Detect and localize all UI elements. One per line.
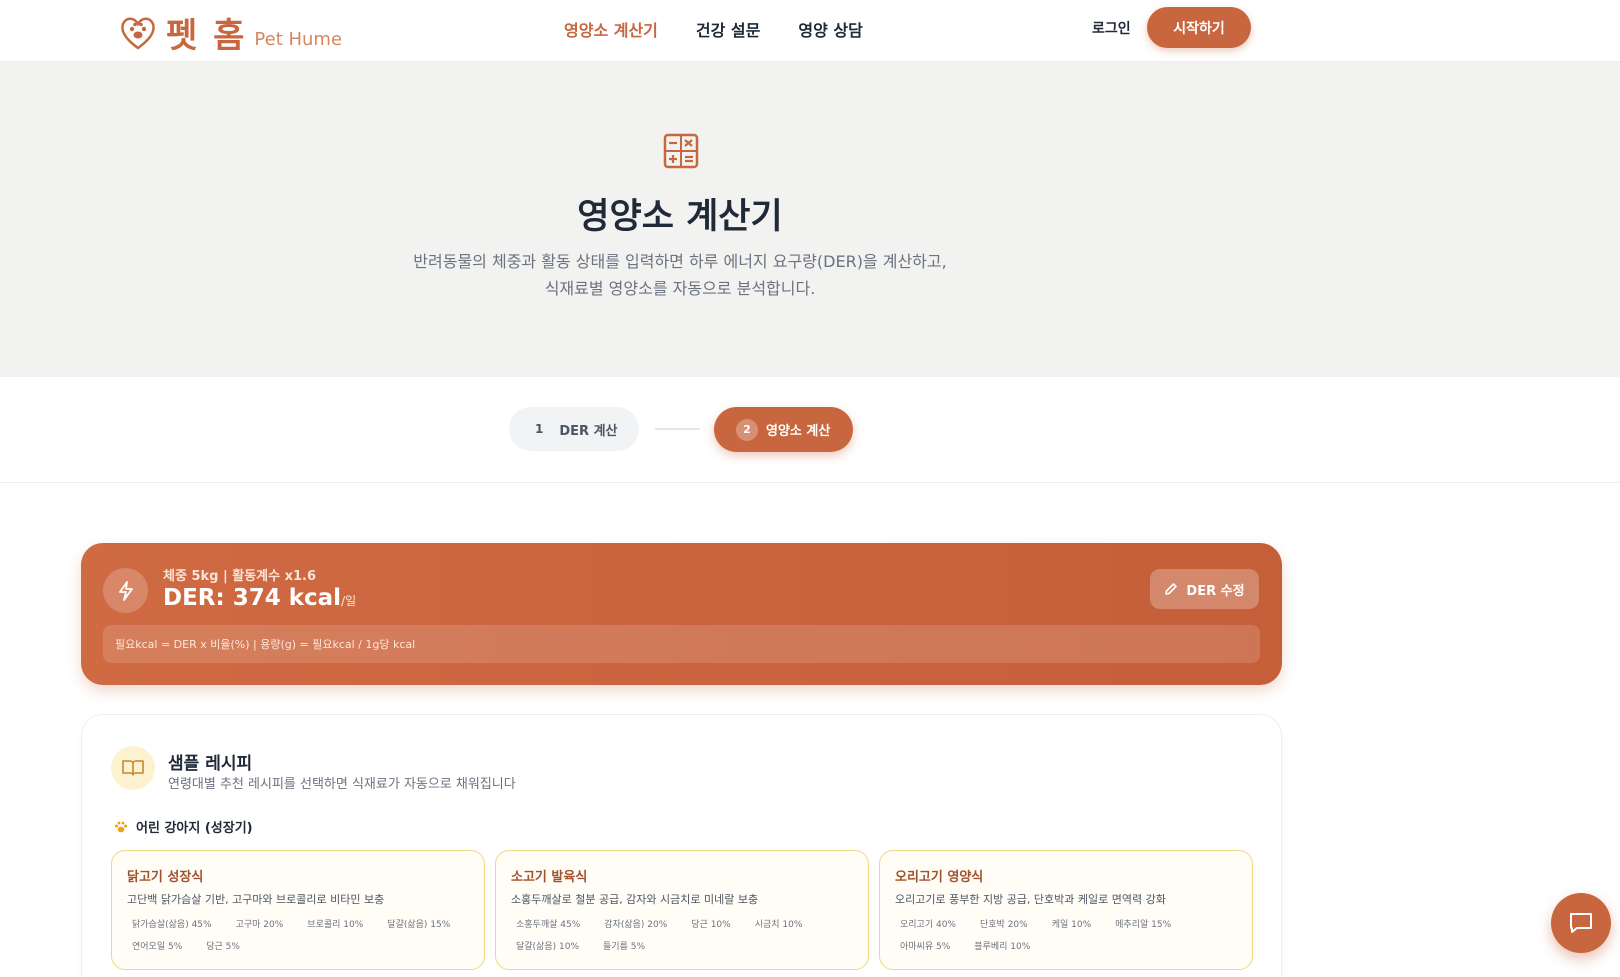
brand-logo[interactable]: 펫 홈 Pet Hume: [118, 8, 342, 57]
ingredient-tag: 아마씨유 5%: [900, 942, 951, 952]
age-group-label: 어린 강아지 (성장기): [114, 817, 253, 836]
pencil-icon: [1165, 583, 1178, 595]
paw-icon: [115, 821, 127, 832]
brand-name-en: Pet Hume: [254, 29, 343, 50]
page-description-line-1: 반려동물의 체중과 활동 상태를 입력하면 하루 에너지 요구량(DER)을 계…: [413, 252, 947, 271]
lightning-icon: [103, 568, 148, 613]
sample-recipes-section: 샘플 레시피 연령대별 추천 레시피를 선택하면 식재료가 자동으로 채워집니다…: [81, 714, 1282, 977]
ingredient-tag: 오리고기 40%: [900, 920, 956, 930]
step-label: 영양소 계산: [766, 424, 831, 439]
recipe-card-chicken[interactable]: 닭고기 성장식 고단백 닭가슴살 기반, 고구마와 브로콜리로 비타민 보충 닭…: [111, 850, 485, 970]
recipe-card-beef[interactable]: 소고기 발육식 소홍두깨살로 철분 공급, 감자와 시금치로 미네랄 보충 소홍…: [495, 850, 869, 970]
step-connector: [655, 428, 700, 430]
recipe-desc: 소홍두깨살로 철분 공급, 감자와 시금치로 미네랄 보충: [511, 893, 759, 906]
ingredient-tag: 시금치 10%: [754, 920, 803, 930]
step-nutrient-calc[interactable]: 2 영양소 계산: [714, 407, 853, 452]
recipe-card-duck[interactable]: 오리고기 영양식 오리고기로 풍부한 지방 공급, 단호박과 케일로 면역력 강…: [879, 850, 1253, 970]
ingredient-tag: 연어오일 5%: [132, 942, 183, 952]
top-header: 펫 홈 Pet Hume 영양소 계산기 건강 설문 영양 상담 로그인 시작하…: [0, 0, 1620, 62]
ingredient-tag: 닭가슴살(삶음) 45%: [132, 920, 212, 930]
ingredient-tag: 브로콜리 10%: [307, 920, 364, 930]
book-icon: [111, 746, 155, 790]
recipe-ingredients: 닭가슴살(삶음) 45% 고구마 20% 브로콜리 10% 달걀(삶음) 15%…: [127, 914, 467, 958]
der-edit-label: DER 수정: [1186, 583, 1245, 599]
step-number: 1: [535, 422, 544, 436]
main-nav: 영양소 계산기 건강 설문 영양 상담: [564, 17, 863, 41]
ingredient-tag: 달걀(삶음) 15%: [387, 920, 451, 930]
nav-item-nutrient-calculator[interactable]: 영양소 계산기: [564, 17, 658, 41]
page-title: 영양소 계산기: [577, 197, 783, 237]
recipe-name: 닭고기 성장식: [127, 870, 204, 885]
ingredient-tag: 고구마 20%: [235, 920, 284, 930]
ingredient-tag: 당근 10%: [691, 920, 731, 930]
recipe-name: 소고기 발육식: [511, 870, 588, 885]
der-unit: /일: [341, 594, 357, 608]
recipe-ingredients: 소홍두깨살 45% 감자(삶음) 20% 당근 10% 시금치 10% 달걀(삶…: [511, 914, 851, 958]
der-edit-button[interactable]: DER 수정: [1150, 569, 1259, 609]
der-weight-activity: 체중 5kg | 활동계수 x1.6: [163, 569, 317, 584]
start-button[interactable]: 시작하기: [1147, 7, 1251, 48]
ingredient-tag: 메추리알 15%: [1115, 920, 1172, 930]
chat-button[interactable]: [1551, 893, 1611, 953]
step-der-calc[interactable]: 1 DER 계산: [509, 407, 639, 451]
hero-section: 영양소 계산기 반려동물의 체중과 활동 상태를 입력하면 하루 에너지 요구량…: [0, 62, 1620, 377]
recipes-description: 연령대별 추천 레시피를 선택하면 식재료가 자동으로 채워집니다: [168, 777, 516, 792]
ingredient-tag: 케일 10%: [1051, 920, 1092, 930]
login-link[interactable]: 로그인: [1092, 18, 1131, 38]
ingredient-tag: 달걀(삶음) 10%: [516, 942, 580, 952]
recipe-desc: 고단백 닭가슴살 기반, 고구마와 브로콜리로 비타민 보충: [127, 893, 385, 906]
recipe-ingredients: 오리고기 40% 단호박 20% 케일 10% 메추리알 15% 아마씨유 5%…: [895, 914, 1235, 958]
brand-name-ko: 펫 홈: [166, 16, 247, 56]
age-group-text: 어린 강아지 (성장기): [136, 821, 253, 836]
ingredient-tag: 단호박 20%: [980, 920, 1028, 930]
step-number: 2: [736, 418, 758, 441]
recipe-desc: 오리고기로 풍부한 지방 공급, 단호박과 케일로 면역력 강화: [895, 893, 1166, 906]
page-description: 반려동물의 체중과 활동 상태를 입력하면 하루 에너지 요구량(DER)을 계…: [0, 248, 1360, 302]
step-label: DER 계산: [559, 423, 618, 439]
der-value-text: DER: 374 kcal: [163, 585, 342, 611]
ingredient-tag: 블루베리 10%: [974, 942, 1031, 952]
chat-bubble-icon: [1570, 913, 1592, 933]
recipes-title: 샘플 레시피: [168, 754, 253, 774]
der-summary-card: 체중 5kg | 활동계수 x1.6 DER: 374 kcal/일 DER 수…: [81, 543, 1282, 685]
heart-paw-logo-icon: [121, 17, 155, 50]
calculator-icon: [663, 133, 699, 169]
der-value: DER: 374 kcal/일: [163, 585, 356, 611]
nav-item-health-survey[interactable]: 건강 설문: [696, 17, 760, 41]
ingredient-tag: 감자(삶음) 20%: [604, 920, 668, 930]
page-description-line-2: 식재료별 영양소를 자동으로 분석합니다.: [544, 279, 816, 298]
recipe-name: 오리고기 영양식: [895, 870, 984, 885]
ingredient-tag: 당근 5%: [206, 942, 240, 952]
ingredient-tag: 소홍두깨살 45%: [516, 920, 581, 930]
ingredient-tag: 들기름 5%: [603, 942, 645, 952]
der-formula: 필요kcal = DER x 비율(%) | 용량(g) = 필요kcal / …: [103, 625, 1260, 663]
nav-item-nutrition-consult[interactable]: 영양 상담: [798, 17, 862, 41]
